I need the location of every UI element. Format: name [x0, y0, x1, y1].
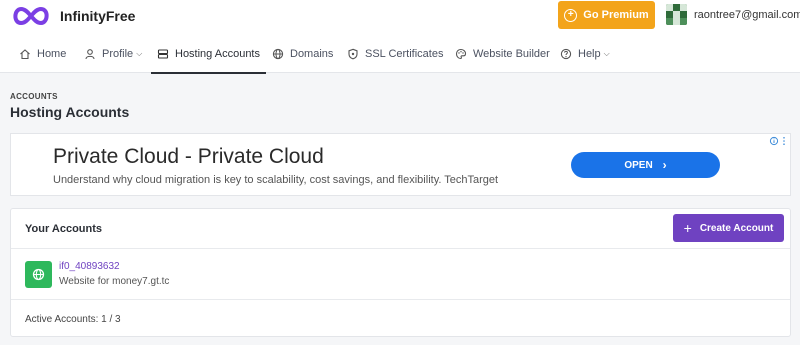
go-premium-label: Go Premium	[583, 9, 649, 21]
ad-open-label: OPEN	[624, 159, 653, 171]
brand-name: InfinityFree	[60, 8, 136, 24]
plus-circle-icon: +	[564, 8, 578, 22]
ad-info-icon[interactable]	[769, 136, 789, 148]
brand-logo[interactable]: InfinityFree	[10, 5, 135, 27]
account-username-link[interactable]: if0_40893632	[59, 261, 120, 272]
account-row[interactable]: if0_40893632 Website for money7.gt.tc	[11, 250, 790, 300]
accounts-card: Your Accounts + Create Account if0_40893…	[10, 208, 791, 337]
nav-item-help[interactable]: Help ⌵	[560, 35, 610, 73]
globe-icon	[25, 261, 52, 288]
go-premium-button[interactable]: + Go Premium	[558, 1, 655, 29]
server-icon	[157, 49, 169, 59]
chevron-right-icon: ›	[662, 158, 667, 172]
create-account-button[interactable]: + Create Account	[673, 214, 784, 242]
palette-icon	[455, 48, 467, 60]
avatar-pattern-icon	[666, 4, 687, 25]
ad-open-button[interactable]: OPEN ›	[571, 152, 720, 178]
create-account-label: Create Account	[699, 222, 774, 234]
breadcrumb: ACCOUNTS	[10, 92, 58, 101]
question-icon	[560, 48, 572, 60]
nav-item-label: Home	[37, 48, 67, 60]
plus-icon: +	[683, 220, 692, 236]
nav-item-website-builder[interactable]: Website Builder	[455, 35, 550, 73]
account-label: Website for money7.gt.tc	[59, 276, 170, 287]
globe-icon	[272, 48, 284, 60]
nav-item-home[interactable]: Home	[19, 35, 66, 73]
nav-item-label: Domains	[290, 48, 334, 60]
main-nav: Home Profile ⌵ Hosting Accounts Domains …	[0, 35, 800, 74]
nav-item-ssl-certificates[interactable]: SSL Certificates	[347, 35, 443, 73]
nav-item-label: Website Builder	[473, 48, 550, 60]
nav-item-label: Profile	[102, 48, 134, 60]
ad-description: Understand why cloud migration is key to…	[53, 174, 499, 186]
nav-item-label: SSL Certificates	[365, 48, 444, 60]
nav-item-label: Help	[578, 48, 601, 60]
page-title: Hosting Accounts	[10, 104, 130, 120]
chevron-down-icon: ⌵	[136, 49, 143, 58]
chevron-down-icon: ⌵	[603, 49, 610, 58]
accounts-card-header: Your Accounts + Create Account	[11, 209, 790, 249]
nav-item-domains[interactable]: Domains	[272, 35, 333, 73]
accounts-card-title: Your Accounts	[25, 223, 103, 235]
nav-item-profile[interactable]: Profile ⌵	[84, 35, 142, 73]
ad-headline[interactable]: Private Cloud - Private Cloud	[53, 145, 324, 169]
avatar[interactable]	[666, 4, 687, 25]
nav-item-label: Hosting Accounts	[175, 48, 260, 60]
user-email[interactable]: raontree7@gmail.com	[694, 9, 800, 21]
nav-item-hosting-accounts[interactable]: Hosting Accounts	[151, 35, 266, 74]
user-icon	[85, 49, 95, 60]
active-accounts-count: Active Accounts: 1 / 3	[25, 314, 121, 325]
home-icon	[20, 49, 30, 60]
top-header: InfinityFree + Go Premium raontree7@gmai…	[0, 0, 800, 35]
ad-banner[interactable]: Private Cloud - Private Cloud Understand…	[10, 133, 791, 196]
shield-icon	[348, 48, 358, 60]
infinity-logo-icon	[13, 7, 49, 25]
